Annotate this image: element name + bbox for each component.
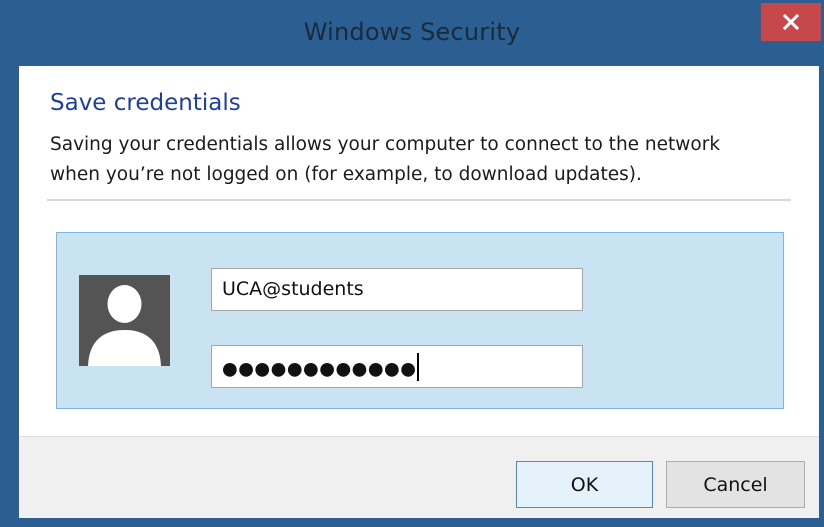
password-masked-value: ●●●●●●●●●●●● bbox=[222, 358, 417, 380]
username-input[interactable]: UCA@students bbox=[211, 268, 583, 311]
window-title: Windows Security bbox=[303, 18, 521, 46]
dialog-body: Save credentials Saving your credentials… bbox=[19, 66, 819, 518]
close-button[interactable] bbox=[761, 3, 821, 41]
ok-button[interactable]: OK bbox=[516, 461, 653, 508]
user-silhouette-icon bbox=[88, 285, 161, 366]
credential-tile[interactable]: UCA@students ●●●●●●●●●●●● bbox=[56, 232, 784, 409]
description-line-1: Saving your credentials allows your comp… bbox=[50, 134, 721, 155]
close-icon bbox=[782, 13, 800, 31]
cancel-button[interactable]: Cancel bbox=[666, 461, 805, 508]
windows-security-dialog: Windows Security Save credentials Saving… bbox=[0, 0, 824, 527]
divider bbox=[47, 199, 791, 201]
user-avatar-icon bbox=[79, 275, 170, 366]
description-line-2: when you’re not logged on (for example, … bbox=[50, 164, 642, 185]
title-bar[interactable]: Windows Security bbox=[0, 0, 824, 66]
button-bar: OK Cancel bbox=[19, 436, 819, 518]
dialog-heading: Save credentials bbox=[50, 90, 241, 116]
username-value: UCA@students bbox=[222, 278, 364, 300]
password-input[interactable]: ●●●●●●●●●●●● bbox=[211, 345, 583, 388]
text-cursor bbox=[417, 353, 420, 381]
dialog-description: Saving your credentials allows your comp… bbox=[50, 130, 810, 190]
